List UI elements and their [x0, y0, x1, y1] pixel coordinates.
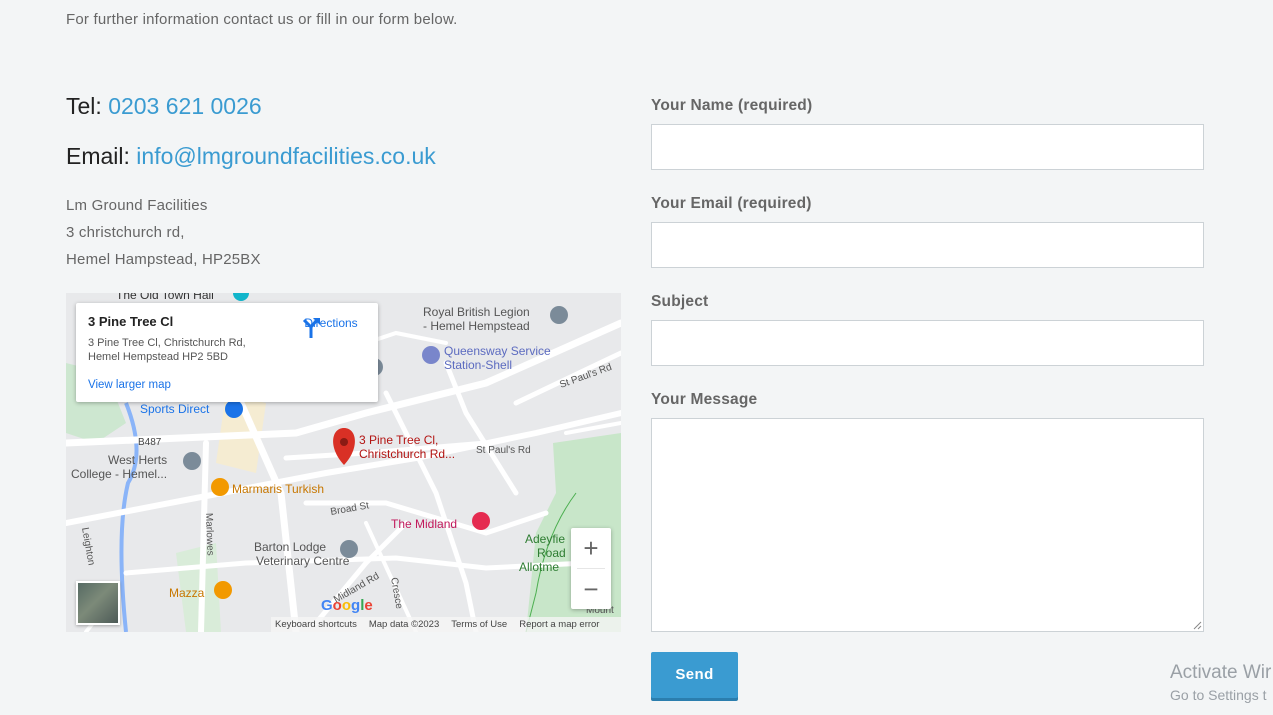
intro-text: For further information contact us or fi…	[66, 11, 458, 28]
email-label: Email:	[66, 143, 130, 169]
map-info-card: 3 Pine Tree Cl 3 Pine Tree Cl, Christchu…	[76, 303, 378, 402]
report-map-error-link[interactable]: Report a map error	[519, 619, 599, 630]
address-line-company: Lm Ground Facilities	[66, 197, 208, 214]
map-label-adeyfield-1[interactable]: Adeyfie	[525, 532, 565, 546]
map-info-address: 3 Pine Tree Cl, Christchurch Rd, Hemel H…	[88, 337, 246, 363]
address-line-street: 3 christchurch rd,	[66, 224, 185, 241]
directions-icon	[302, 318, 320, 338]
email-input[interactable]	[651, 222, 1204, 268]
map-label-midland[interactable]: The Midland	[391, 517, 457, 531]
map-road-b487: B487	[138, 437, 162, 448]
zoom-out-button[interactable]: −	[571, 569, 611, 609]
directions-button[interactable]: Directions	[301, 316, 361, 338]
send-button[interactable]: Send	[651, 652, 738, 698]
google-logo: Google	[321, 597, 373, 614]
tel-link[interactable]: 0203 621 0026	[108, 93, 262, 119]
map-info-title: 3 Pine Tree Cl	[88, 314, 174, 329]
terms-of-use-link[interactable]: Terms of Use	[451, 619, 507, 630]
satellite-toggle-button[interactable]	[76, 581, 120, 625]
map-label-mazza[interactable]: Mazza	[169, 586, 205, 600]
map-label-west-herts-1[interactable]: West Herts	[108, 453, 167, 467]
resize-handle-icon[interactable]	[1192, 620, 1202, 630]
message-label: Your Message	[651, 391, 758, 408]
message-textarea[interactable]	[651, 418, 1204, 632]
map-label-queensway-1[interactable]: Queensway Service	[444, 344, 551, 358]
map-label-sports-direct[interactable]: Sports Direct	[140, 402, 210, 416]
map-label-barton-1[interactable]: Barton Lodge	[254, 540, 326, 554]
zoom-control: + −	[571, 528, 611, 609]
tel-label: Tel:	[66, 93, 102, 119]
name-label: Your Name (required)	[651, 97, 813, 114]
map-label-adeyfield-3[interactable]: Allotme	[519, 560, 559, 574]
map-pin-label-2[interactable]: Christchurch Rd...	[359, 447, 455, 461]
email-line: Email: info@lmgroundfacilities.co.uk	[66, 143, 436, 170]
map-label-barton-2[interactable]: Veterinary Centre	[256, 554, 350, 568]
zoom-in-button[interactable]: +	[571, 528, 611, 568]
keyboard-shortcuts-link[interactable]: Keyboard shortcuts	[275, 619, 357, 630]
embedded-map[interactable]: The Old Town Hall Royal British Legion -…	[66, 293, 621, 632]
view-larger-map-link[interactable]: View larger map	[88, 379, 171, 391]
map-road-marlowes: Marlowes	[203, 513, 215, 556]
map-label-royal-legion-1[interactable]: Royal British Legion	[423, 305, 530, 319]
subject-input[interactable]	[651, 320, 1204, 366]
email-field-label: Your Email (required)	[651, 195, 812, 212]
subject-label: Subject	[651, 293, 709, 310]
map-pin-label-1[interactable]: 3 Pine Tree Cl,	[359, 433, 438, 447]
map-label-adeyfield-2[interactable]: Road	[537, 546, 566, 560]
map-label-west-herts-2[interactable]: College - Hemel...	[71, 467, 167, 481]
activate-windows-title: Activate Wir	[1170, 662, 1272, 683]
email-link[interactable]: info@lmgroundfacilities.co.uk	[136, 143, 435, 169]
map-label-old-town-hall[interactable]: The Old Town Hall	[116, 293, 214, 302]
map-data-text: Map data ©2023	[368, 619, 440, 630]
map-label-royal-legion-2[interactable]: - Hemel Hempstead	[423, 319, 530, 333]
activate-windows-subtitle: Go to Settings t	[1170, 687, 1267, 703]
map-footer: Keyboard shortcuts Map data ©2023 Terms …	[271, 617, 621, 632]
map-road-st-pauls: St Paul's Rd	[476, 445, 531, 456]
map-label-marmaris[interactable]: Marmaris Turkish	[232, 482, 324, 496]
address-line-town: Hemel Hampstead, HP25BX	[66, 251, 261, 268]
map-label-queensway-2[interactable]: Station-Shell	[444, 358, 512, 372]
name-input[interactable]	[651, 124, 1204, 170]
telephone-line: Tel: 0203 621 0026	[66, 93, 262, 120]
